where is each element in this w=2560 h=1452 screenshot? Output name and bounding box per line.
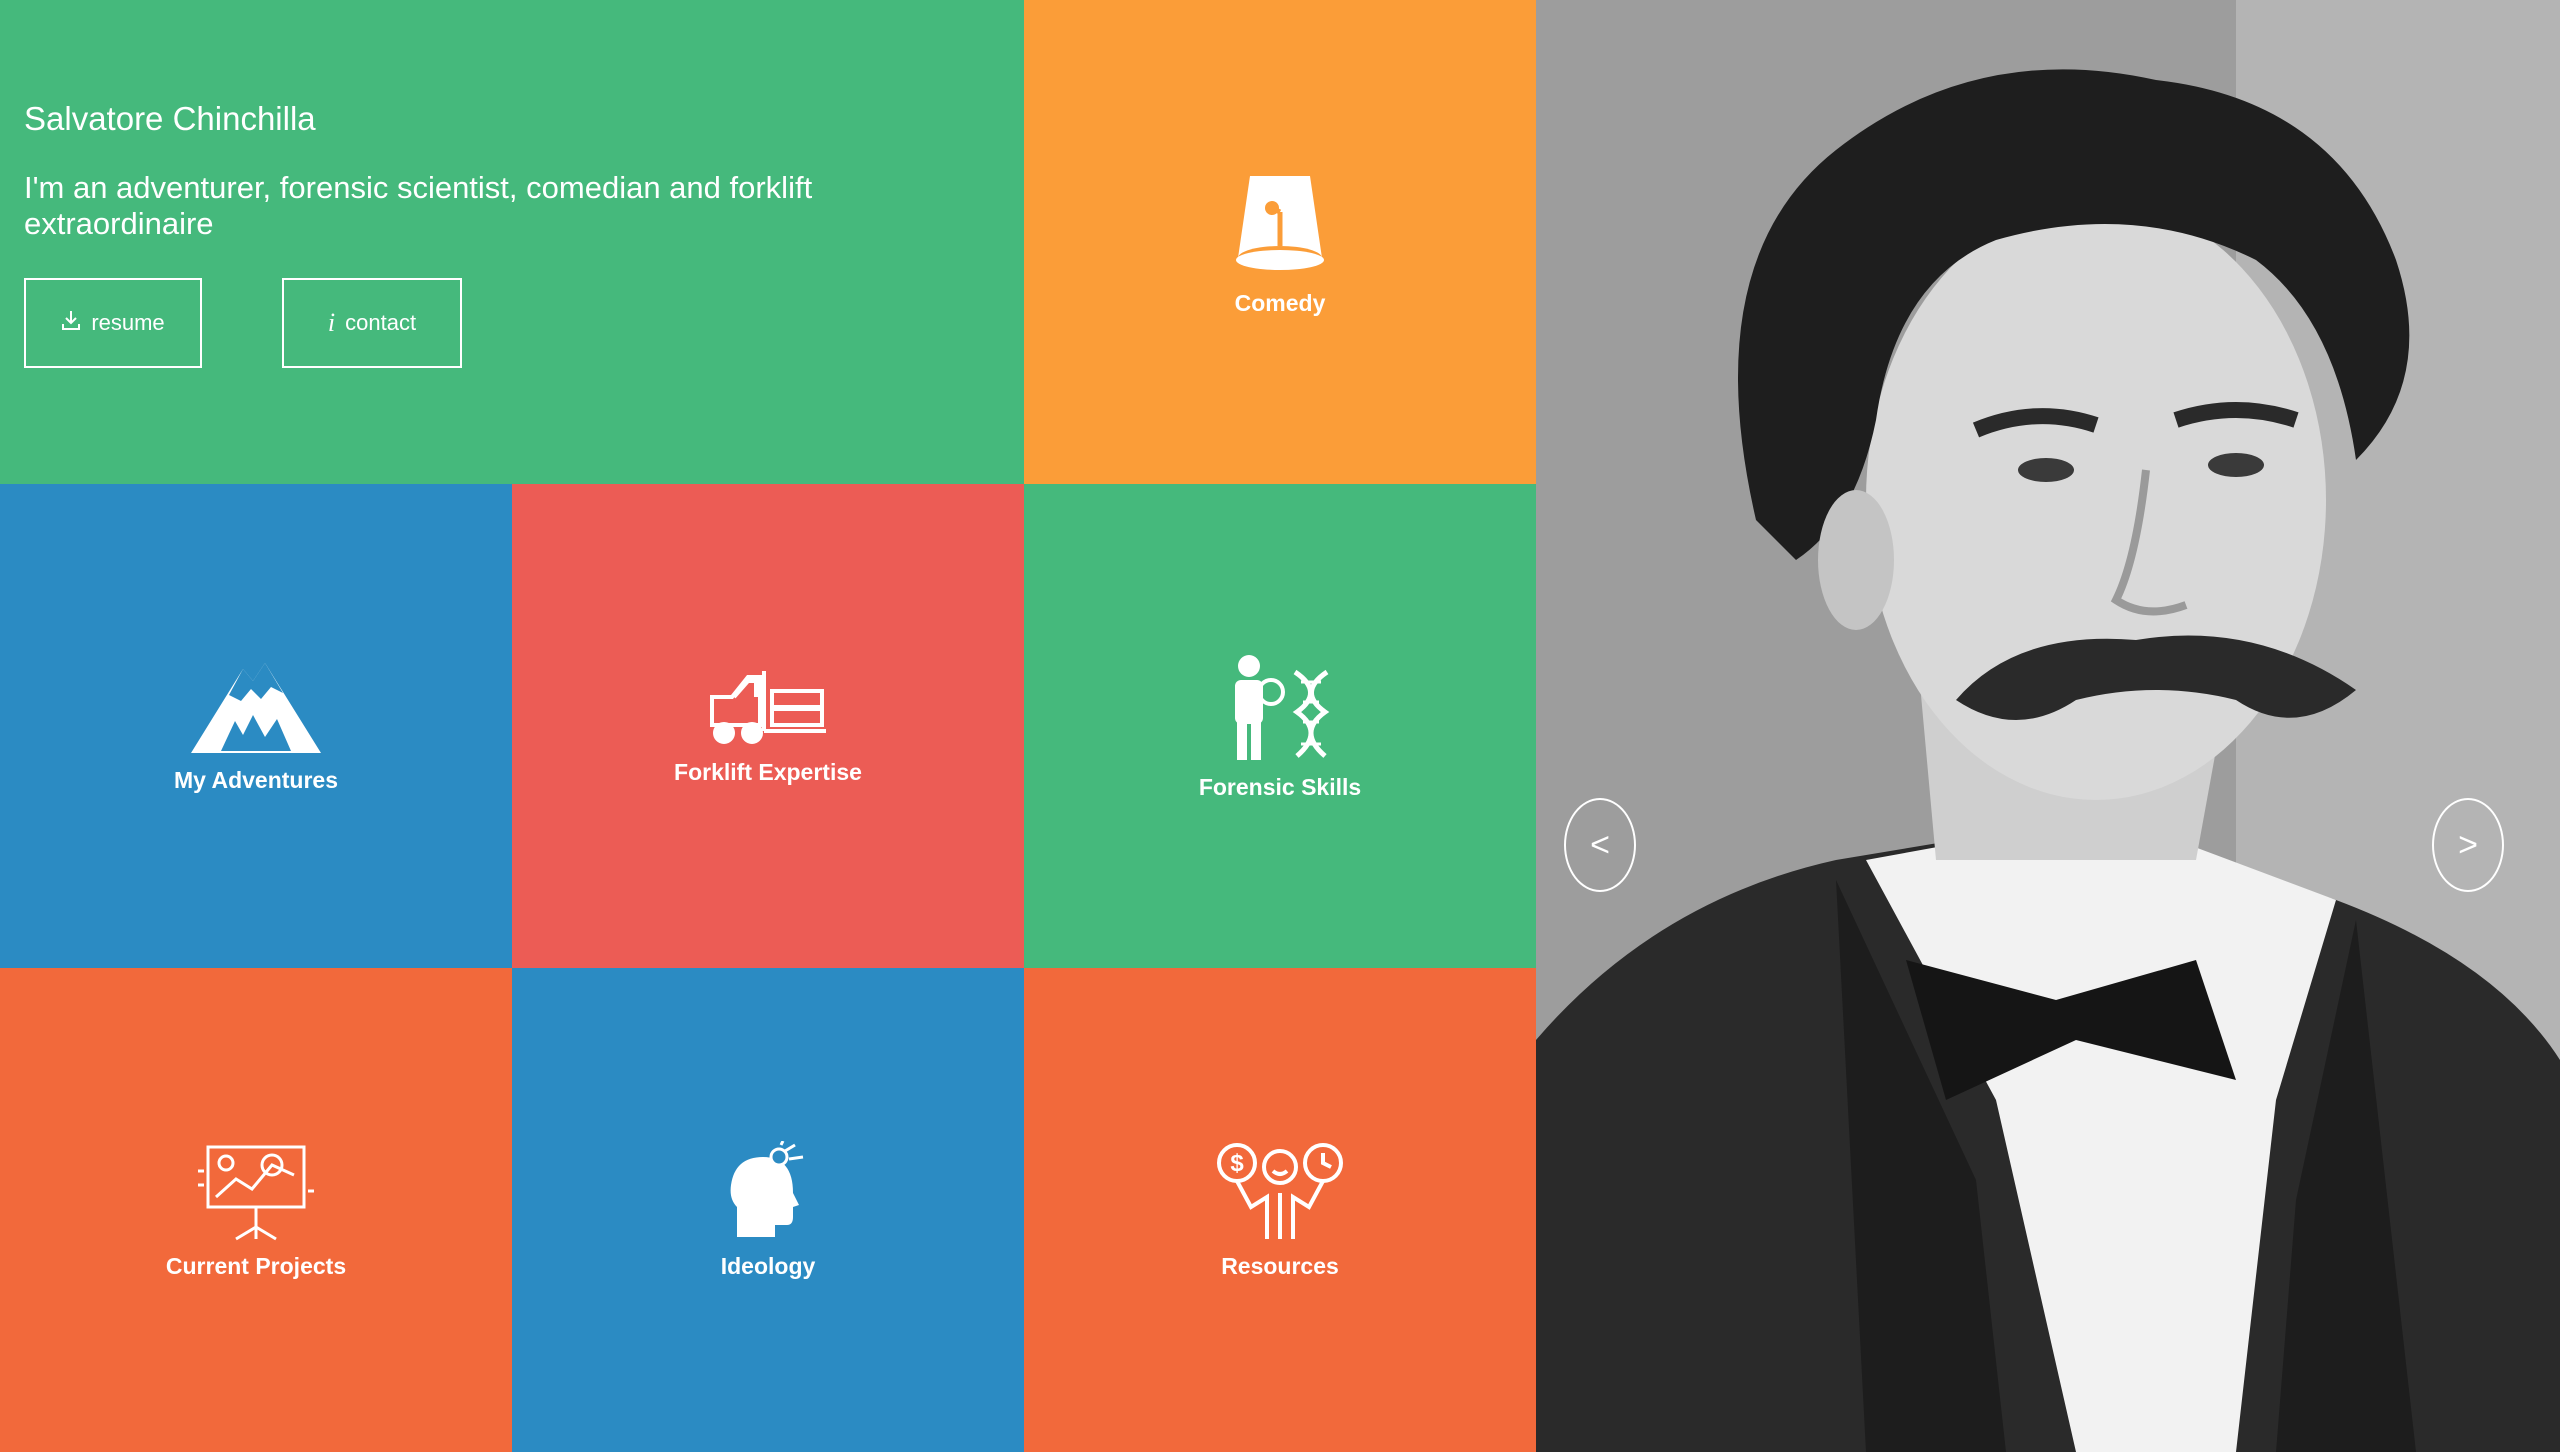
resume-button[interactable]: resume	[24, 278, 202, 368]
tile-label-ideology: Ideology	[720, 1252, 816, 1279]
tile-resources[interactable]: $ Resources	[1024, 968, 1536, 1452]
tile-label-comedy: Comedy	[1234, 289, 1326, 316]
tile-current-projects[interactable]: Current Projects	[0, 968, 512, 1452]
mountain-icon	[191, 659, 321, 755]
tile-label-resources: Resources	[1221, 1252, 1339, 1279]
contact-button[interactable]: i contact	[282, 278, 462, 368]
tile-my-adventures[interactable]: My Adventures	[0, 484, 512, 968]
tile-comedy[interactable]: Comedy	[1024, 0, 1536, 484]
profile-tagline: I'm an adventurer, forensic scientist, c…	[24, 170, 813, 241]
tile-label-forensic-skills: Forensic Skills	[1198, 773, 1362, 800]
presentation-board-icon	[196, 1141, 316, 1241]
carousel-prev-button[interactable]: <	[1564, 798, 1636, 892]
download-icon	[61, 309, 81, 337]
tile-forklift-expertise[interactable]: Forklift Expertise	[512, 484, 1024, 968]
tile-grid: Salvatore Chinchilla I'm an adventurer, …	[0, 0, 1536, 1452]
hero-panel: Salvatore Chinchilla I'm an adventurer, …	[0, 0, 1024, 484]
carousel-next-button[interactable]: >	[2432, 798, 2504, 892]
portrait-carousel: < >	[1536, 0, 2560, 1452]
profile-name: Salvatore Chinchilla	[24, 100, 316, 137]
tile-ideology[interactable]: Ideology	[512, 968, 1024, 1452]
tile-label-forklift-expertise: Forklift Expertise	[674, 758, 862, 785]
svg-text:$: $	[1230, 1150, 1244, 1177]
head-idea-icon	[723, 1140, 813, 1241]
microphone-icon	[1230, 168, 1330, 278]
resources-people-icon: $	[1215, 1141, 1345, 1241]
forensic-dna-icon	[1225, 652, 1335, 762]
info-icon: i	[327, 308, 336, 337]
resume-label: resume	[91, 310, 165, 335]
contact-label: contact	[345, 310, 417, 335]
tile-label-my-adventures: My Adventures	[173, 766, 339, 793]
tile-label-current-projects: Current Projects	[165, 1252, 347, 1279]
forklift-icon	[708, 667, 828, 747]
tile-forensic-skills[interactable]: Forensic Skills	[1024, 484, 1536, 968]
portrait-photo	[1536, 0, 2560, 1452]
